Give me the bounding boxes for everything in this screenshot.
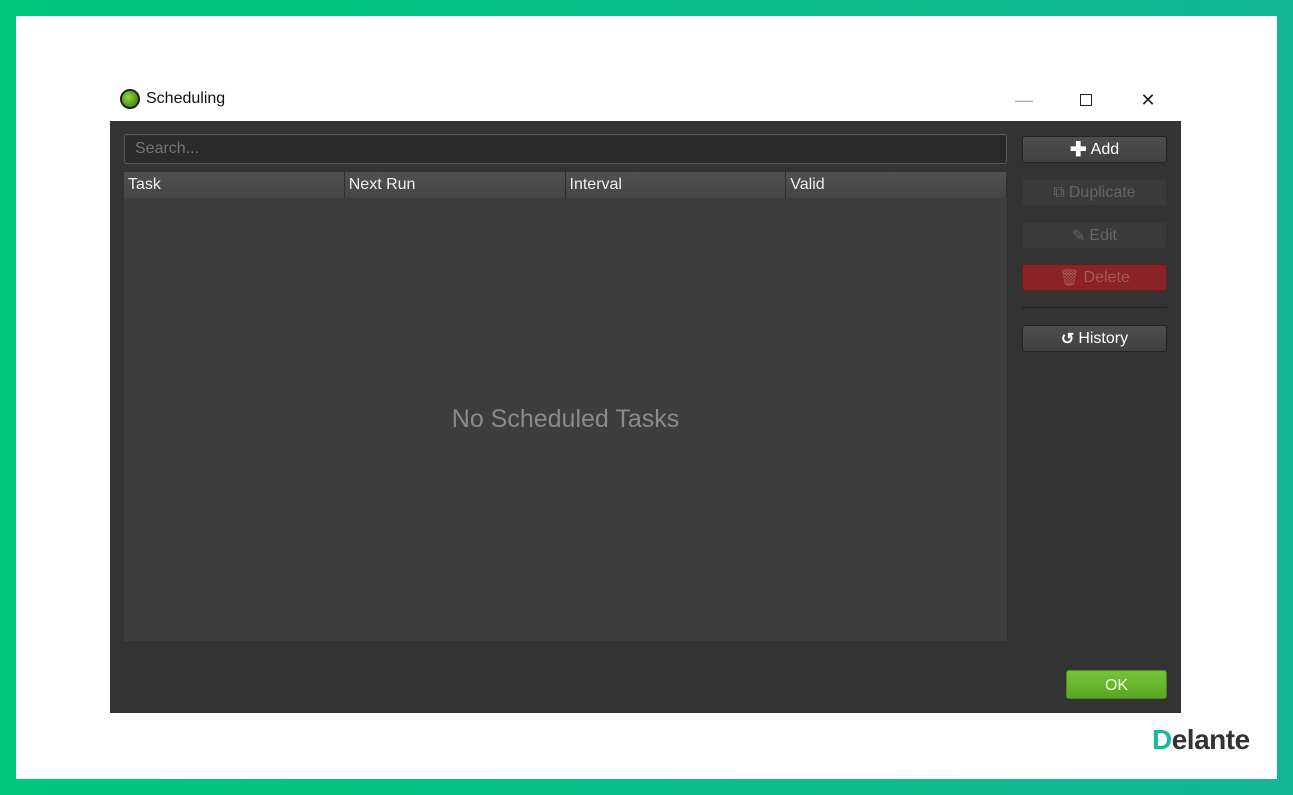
ok-button[interactable]: OK <box>1066 670 1167 699</box>
history-button[interactable]: ↺ History <box>1022 325 1167 352</box>
column-next-run[interactable]: Next Run <box>344 172 566 198</box>
column-valid[interactable]: Valid <box>786 172 1007 198</box>
window-title: Scheduling <box>120 89 225 109</box>
search-input[interactable] <box>124 134 1007 164</box>
duplicate-icon: ⧉ <box>1053 183 1065 201</box>
column-interval[interactable]: Interval <box>565 172 787 198</box>
delete-label: Delete <box>1083 268 1130 286</box>
column-task[interactable]: Task <box>124 172 345 198</box>
edit-icon: ✎ <box>1072 227 1086 245</box>
duplicate-label: Duplicate <box>1068 183 1136 201</box>
maximize-icon <box>1080 94 1092 106</box>
brand-rest: elante <box>1171 724 1250 755</box>
window-title-text: Scheduling <box>146 90 226 107</box>
edit-label: Edit <box>1089 226 1117 244</box>
close-icon: ✕ <box>1140 90 1156 110</box>
history-label: History <box>1078 329 1129 347</box>
close-button[interactable]: ✕ <box>1136 88 1160 112</box>
edit-button[interactable]: ✎ Edit <box>1022 222 1167 249</box>
brand-logo: Delante <box>1152 724 1250 756</box>
history-icon: ↺ <box>1060 330 1075 348</box>
table-header: Task Next Run Interval Valid <box>124 172 1007 198</box>
plus-icon: ✚ <box>1069 139 1087 161</box>
trash-icon: 🗑 <box>1059 269 1080 287</box>
app-logo-icon <box>120 89 140 109</box>
duplicate-button[interactable]: ⧉ Duplicate <box>1022 179 1167 206</box>
maximize-button[interactable] <box>1074 88 1098 112</box>
delete-button[interactable]: 🗑 Delete <box>1022 264 1167 291</box>
minimize-button[interactable]: — <box>1012 88 1036 112</box>
divider <box>1022 307 1167 308</box>
brand-initial: D <box>1152 724 1172 755</box>
add-label: Add <box>1090 140 1120 158</box>
add-button[interactable]: ✚ Add <box>1022 136 1167 163</box>
empty-message: No Scheduled Tasks <box>451 405 680 433</box>
